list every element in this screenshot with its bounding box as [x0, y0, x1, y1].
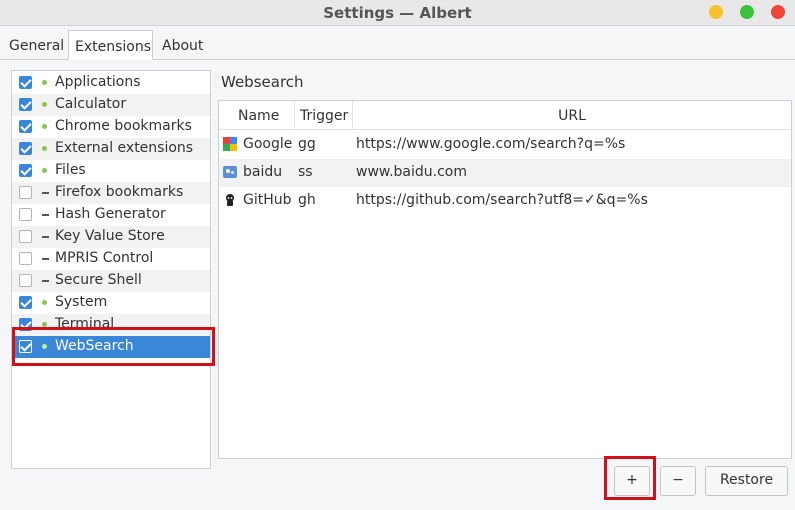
extension-item[interactable]: Secure Shell [12, 270, 210, 292]
status-enabled-icon [42, 146, 47, 151]
github-icon [226, 194, 234, 206]
checkbox-icon[interactable] [19, 76, 32, 89]
window-title: Settings — Albert [323, 4, 472, 22]
status-enabled-icon [42, 300, 47, 305]
engine-trigger: gg [298, 136, 316, 152]
extension-label: Terminal [55, 316, 115, 332]
column-header-trigger[interactable]: Trigger [295, 101, 353, 129]
checkbox-icon[interactable] [19, 186, 32, 199]
tab-bar: General Extensions About [0, 26, 795, 60]
section-title: Websearch [221, 73, 304, 91]
extension-item[interactable]: Chrome bookmarks [12, 116, 210, 138]
status-enabled-icon [42, 168, 47, 173]
engine-url: www.baidu.com [356, 164, 467, 180]
engine-url: https://www.google.com/search?q=%s [356, 136, 626, 152]
extension-label: Files [55, 162, 86, 178]
status-disabled-icon [42, 214, 49, 216]
extension-label: Firefox bookmarks [55, 184, 184, 200]
checkbox-icon[interactable] [19, 98, 32, 111]
table-row[interactable]: Google gg https://www.google.com/search?… [219, 131, 791, 159]
status-enabled-icon [42, 322, 47, 327]
extension-item[interactable]: Terminal [12, 314, 210, 336]
extension-label: Hash Generator [55, 206, 166, 222]
table-row[interactable]: GitHub gh https://github.com/search?utf8… [219, 187, 791, 215]
engine-url: https://github.com/search?utf8=✓&q=%s [356, 192, 648, 208]
title-bar: Settings — Albert [0, 0, 795, 26]
checkbox-icon[interactable] [19, 274, 32, 287]
checkbox-icon[interactable] [19, 164, 32, 177]
restore-button[interactable]: Restore [705, 466, 788, 496]
extension-label: MPRIS Control [55, 250, 154, 266]
extension-label: Applications [55, 74, 141, 90]
engine-name: Google [243, 136, 293, 152]
engine-name: GitHub [243, 192, 292, 208]
extension-label: Key Value Store [55, 228, 165, 244]
status-enabled-icon [42, 80, 47, 85]
tab-content: Applications Calculator Chrome bookmarks… [0, 60, 795, 510]
extension-label: External extensions [55, 140, 194, 156]
checkbox-icon[interactable] [19, 296, 32, 309]
engine-table[interactable]: Name Trigger URL Google gg https://www.g… [218, 100, 792, 459]
engine-trigger: ss [298, 164, 313, 180]
table-header: Name Trigger URL [219, 101, 791, 130]
extension-item[interactable]: Firefox bookmarks [12, 182, 210, 204]
close-button[interactable] [771, 5, 785, 19]
status-disabled-icon [42, 192, 49, 194]
google-icon [223, 137, 237, 151]
minimize-button[interactable] [709, 5, 723, 19]
extension-item[interactable]: MPRIS Control [12, 248, 210, 270]
tab-general[interactable]: General [3, 30, 70, 60]
checkbox-icon[interactable] [19, 318, 32, 331]
status-disabled-icon [42, 258, 49, 260]
checkbox-icon[interactable] [19, 120, 32, 133]
checkbox-icon[interactable] [19, 208, 32, 221]
extension-label: System [55, 294, 108, 310]
extension-label: WebSearch [55, 338, 134, 354]
remove-button[interactable]: − [660, 466, 696, 496]
status-enabled-icon [42, 344, 47, 349]
maximize-button[interactable] [740, 5, 754, 19]
checkbox-icon[interactable] [19, 252, 32, 265]
extension-label: Chrome bookmarks [55, 118, 192, 134]
websearch-panel: Websearch Name Trigger URL Google gg htt… [216, 60, 795, 460]
checkbox-icon[interactable] [19, 230, 32, 243]
checkbox-icon[interactable] [19, 340, 32, 353]
extension-label: Secure Shell [55, 272, 142, 288]
extension-item-selected[interactable]: WebSearch [12, 336, 210, 358]
status-disabled-icon [42, 280, 49, 282]
extension-item[interactable]: Calculator [12, 94, 210, 116]
extension-item[interactable]: Key Value Store [12, 226, 210, 248]
extension-label: Calculator [55, 96, 127, 112]
extension-item[interactable]: Files [12, 160, 210, 182]
extension-item[interactable]: System [12, 292, 210, 314]
extension-item[interactable]: External extensions [12, 138, 210, 160]
baidu-icon [223, 166, 237, 178]
checkbox-icon[interactable] [19, 142, 32, 155]
add-button[interactable]: + [614, 466, 650, 496]
status-enabled-icon [42, 124, 47, 129]
extension-list[interactable]: Applications Calculator Chrome bookmarks… [11, 70, 211, 469]
column-header-url[interactable]: URL [353, 101, 791, 129]
status-enabled-icon [42, 102, 47, 107]
column-header-name[interactable]: Name [219, 101, 295, 129]
table-row[interactable]: baidu ss www.baidu.com [219, 159, 791, 187]
engine-trigger: gh [298, 192, 316, 208]
extension-item[interactable]: Applications [12, 72, 210, 94]
tab-about[interactable]: About [156, 30, 209, 60]
engine-name: baidu [243, 164, 283, 180]
status-disabled-icon [42, 236, 49, 238]
extension-item[interactable]: Hash Generator [12, 204, 210, 226]
tab-extensions[interactable]: Extensions [68, 30, 153, 60]
